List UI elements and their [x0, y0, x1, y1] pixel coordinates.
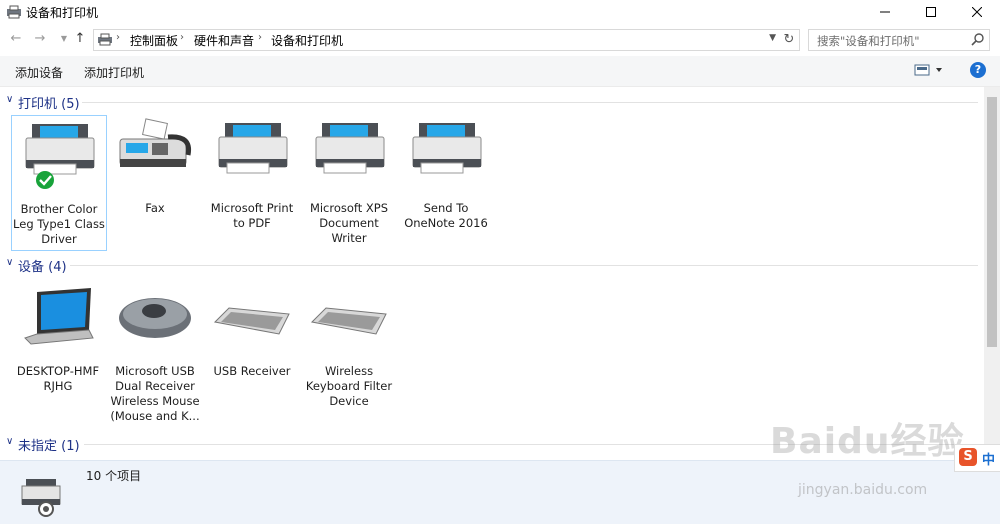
group-header-devices[interactable]: ∨ 设备 (4): [0, 254, 984, 276]
device-item-wireless-mouse[interactable]: Microsoft USB Dual Receiver Wireless Mou…: [108, 278, 202, 428]
title-bar: 设备和打印机: [0, 0, 1000, 24]
devices-printers-large-icon: [21, 479, 61, 517]
scrollbar-thumb[interactable]: [987, 97, 997, 347]
device-label: Microsoft Print to PDF: [210, 201, 294, 230]
minimize-icon: [880, 11, 890, 13]
close-button[interactable]: [954, 0, 1000, 24]
watermark-brand: Baidu经验: [770, 421, 965, 462]
keyboard-icon: [310, 307, 387, 335]
keyboard-icon: [213, 307, 290, 335]
add-device-button[interactable]: 添加设备: [15, 64, 63, 81]
chevron-down-icon: ∨: [6, 257, 14, 268]
back-arrow-icon[interactable]: ←: [8, 31, 24, 47]
laptop-icon: [24, 288, 94, 345]
group-header-printers[interactable]: ∨ 打印机 (5): [0, 91, 984, 113]
minimize-button[interactable]: [862, 0, 908, 24]
breadcrumb-hardware-sound[interactable]: 硬件和声音: [194, 32, 254, 49]
mouse-icon: [119, 298, 191, 338]
forward-arrow-icon[interactable]: →: [32, 31, 48, 47]
vertical-scrollbar[interactable]: [984, 87, 1000, 460]
chevron-down-icon: ∨: [6, 94, 14, 105]
change-view-button[interactable]: [914, 64, 944, 79]
device-label: DESKTOP-HMF RJHG: [16, 364, 100, 393]
device-item-send-to-onenote[interactable]: Send To OneNote 2016: [399, 115, 493, 249]
device-label: Microsoft USB Dual Receiver Wireless Mou…: [110, 364, 200, 423]
breadcrumb-separator-icon: ›: [180, 32, 184, 43]
devices-view: ∨ 打印机 (5) Brother Color Leg Type1 Class …: [0, 87, 984, 460]
printer-icon: [412, 123, 482, 174]
search-icon: [971, 33, 984, 46]
breadcrumb-separator-icon: ›: [258, 32, 262, 43]
device-label: Microsoft XPS Document Writer: [309, 201, 389, 245]
maximize-icon: [926, 7, 936, 17]
up-arrow-icon[interactable]: ↑: [72, 31, 88, 47]
group-title: 打印机 (5): [18, 97, 80, 112]
group-title: 设备 (4): [18, 260, 67, 275]
address-row: ← → ▼ ↑ › 控制面板 › 硬件和声音 › 设备和打印机 ▼ ↻ 搜索"设…: [0, 25, 1000, 54]
device-label: Fax: [145, 201, 165, 215]
add-printer-button[interactable]: 添加打印机: [84, 64, 144, 81]
device-label: Brother Color Leg Type1 Class Driver: [13, 202, 105, 246]
breadcrumb-control-panel[interactable]: 控制面板: [130, 32, 178, 49]
ime-mode: 中: [982, 453, 996, 468]
refresh-button[interactable]: ↻: [779, 29, 800, 51]
device-item-brother-printer[interactable]: Brother Color Leg Type1 Class Driver: [11, 115, 107, 251]
help-button[interactable]: ?: [970, 62, 986, 78]
search-placeholder: 搜索"设备和打印机": [817, 34, 920, 48]
device-item-microsoft-print-to-pdf[interactable]: Microsoft Print to PDF: [205, 115, 299, 249]
window-title: 设备和打印机: [26, 6, 99, 20]
printer-icon: [218, 123, 288, 174]
refresh-icon: ↻: [783, 32, 795, 47]
device-item-microsoft-xps-writer[interactable]: Microsoft XPS Document Writer: [302, 115, 396, 249]
printer-icon: [315, 123, 385, 174]
fax-icon: [119, 118, 192, 167]
device-label: Send To OneNote 2016: [404, 201, 488, 230]
group-divider: [70, 265, 978, 266]
chevron-down-icon: ∨: [6, 436, 14, 447]
breadcrumb-separator-icon: ›: [116, 32, 120, 43]
watermark-url: jingyan.baidu.com: [798, 482, 928, 498]
view-options-icon: [914, 64, 942, 76]
command-bar: 添加设备 添加打印机 ?: [0, 56, 1000, 87]
group-divider: [82, 102, 978, 103]
item-count: 10 个项目: [86, 469, 142, 483]
devices-printers-app-icon: [7, 5, 21, 19]
sogou-s-icon: S: [959, 448, 977, 466]
device-item-usb-receiver[interactable]: USB Receiver: [205, 278, 299, 428]
address-dropdown-chevron-icon[interactable]: ▼: [769, 33, 776, 43]
control-panel-icon: [98, 33, 112, 46]
printer-default-icon: [25, 124, 95, 189]
maximize-button[interactable]: [908, 0, 954, 24]
ime-indicator[interactable]: S 中: [954, 444, 1000, 472]
address-bar[interactable]: › 控制面板 › 硬件和声音 › 设备和打印机 ▼: [93, 29, 781, 51]
device-item-wireless-keyboard-filter[interactable]: Wireless Keyboard Filter Device: [302, 278, 396, 428]
close-icon: [972, 7, 982, 17]
device-label: USB Receiver: [213, 364, 291, 378]
recent-locations-chevron-icon[interactable]: ▼: [56, 31, 72, 47]
group-title: 未指定 (1): [18, 439, 80, 454]
breadcrumb-devices-printers[interactable]: 设备和打印机: [271, 32, 343, 49]
device-item-desktop-computer[interactable]: DESKTOP-HMF RJHG: [11, 278, 105, 428]
device-item-fax[interactable]: Fax: [108, 115, 202, 249]
search-box[interactable]: 搜索"设备和打印机": [808, 29, 990, 51]
device-label: Wireless Keyboard Filter Device: [305, 364, 393, 408]
